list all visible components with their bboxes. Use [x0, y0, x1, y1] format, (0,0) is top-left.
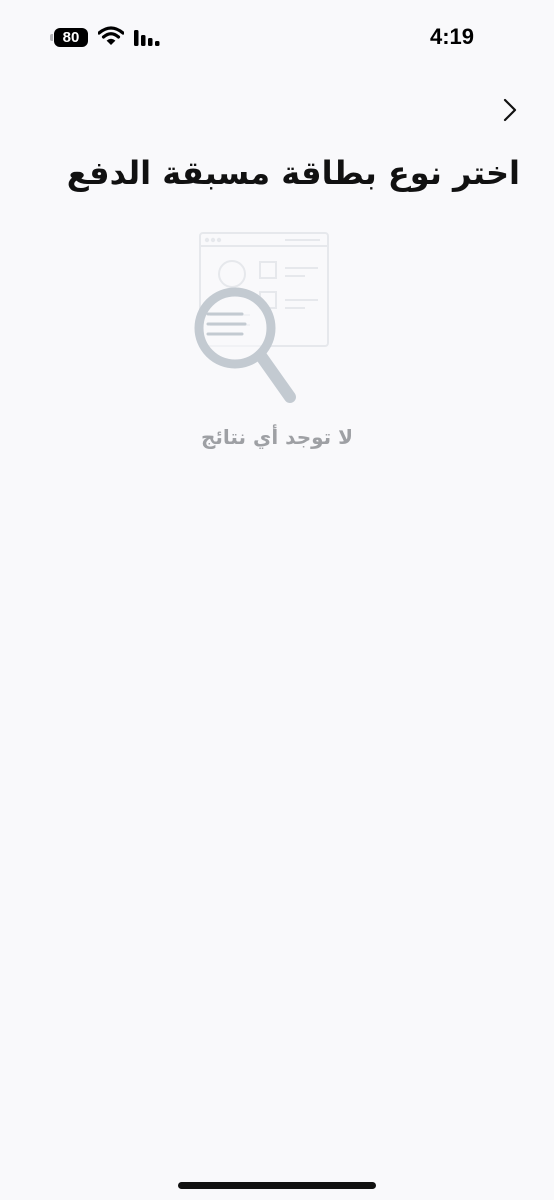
page-title: اختر نوع بطاقة مسبقة الدفع — [66, 154, 520, 192]
chevron-right-icon[interactable] — [498, 98, 522, 122]
cellular-signal-icon — [134, 30, 160, 46]
status-time: 4:19 — [429, 24, 474, 49]
status-bar: 80 4:19 — [0, 0, 554, 76]
battery-level: 80 — [62, 29, 80, 46]
wifi-icon — [98, 26, 124, 45]
home-indicator[interactable] — [178, 1182, 376, 1189]
screen: 80 4:19 اختر نوع بطاقة مسبقة الدفع لا تو… — [0, 0, 554, 1200]
empty-state-message: لا توجد أي نتائج — [200, 425, 354, 449]
battery-icon: 80 — [50, 28, 88, 47]
magnifier-document-icon — [194, 232, 329, 403]
